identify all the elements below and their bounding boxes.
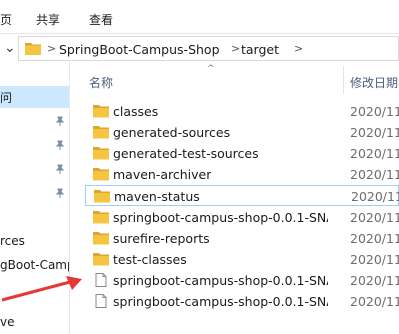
folder-icon (93, 211, 109, 224)
file-date: 2020/11/ (350, 146, 399, 161)
file-date: 2020/11/ (350, 252, 399, 267)
file-name: springboot-campus-shop-0.0.1-SNA... (113, 294, 328, 309)
list-item[interactable]: generated-sources 2020/11/ (85, 122, 399, 143)
file-icon (95, 294, 107, 308)
breadcrumb-target[interactable]: target (241, 42, 279, 57)
ribbon: 页 共享 查看 (0, 0, 399, 34)
list-item[interactable]: surefire-reports 2020/11/ (85, 228, 399, 249)
file-date: 2020/11/ (350, 125, 399, 140)
chevron-right-icon[interactable]: > (231, 42, 240, 55)
file-name: generated-sources (113, 125, 231, 140)
list-item[interactable]: maven-status 2020/11/ (85, 185, 399, 206)
breadcrumb-project[interactable]: SpringBoot-Campus-Shop (59, 42, 220, 57)
folder-icon (93, 147, 109, 160)
file-date: 2020/11/ (350, 273, 399, 288)
folder-icon (94, 190, 110, 203)
folder-icon (93, 168, 109, 181)
file-name: test-classes (113, 252, 187, 267)
file-name: classes (113, 104, 159, 119)
pin-icon[interactable] (55, 116, 65, 126)
column-header: ^ 名称 修改日期 (71, 62, 399, 96)
pin-icon[interactable] (55, 140, 65, 150)
folder-icon (93, 253, 109, 266)
nav-item-quick-access[interactable]: 问 (0, 89, 12, 106)
column-name[interactable]: 名称 (89, 74, 113, 91)
annotation-arrow-icon (1, 276, 82, 302)
pin-icon[interactable] (55, 164, 65, 174)
file-date: 2020/11/ (350, 167, 399, 182)
list-item[interactable]: springboot-campus-shop-0.0.1-SNA... 2020… (85, 270, 399, 291)
file-date: 2020/11/ (350, 294, 399, 309)
column-divider[interactable] (343, 66, 344, 94)
chevron-right-icon[interactable]: > (294, 42, 303, 55)
list-item[interactable]: maven-archiver 2020/11/ (85, 164, 399, 185)
file-name: maven-archiver (113, 167, 212, 182)
folder-icon (93, 126, 109, 139)
pin-icon[interactable] (55, 188, 65, 198)
nav-item-drive[interactable]: ve (0, 315, 14, 329)
folder-icon (25, 43, 41, 55)
file-date: 2020/11/ (350, 231, 399, 246)
list-item[interactable]: springboot-campus-shop-0.0.1-SNA... 2020… (85, 207, 399, 228)
address-bar[interactable]: > SpringBoot-Campus-Shop > target > (18, 36, 399, 61)
sort-caret-icon: ^ (207, 64, 215, 74)
file-date: 2020/11/ (350, 210, 399, 225)
file-icon (95, 273, 107, 287)
tab-share[interactable]: 共享 (36, 11, 60, 28)
folder-icon (93, 105, 109, 118)
file-name: springboot-campus-shop-0.0.1-SNA... (113, 210, 328, 225)
list-item[interactable]: springboot-campus-shop-0.0.1-SNA... 2020… (85, 291, 399, 312)
file-name: surefire-reports (113, 231, 210, 246)
file-name: springboot-campus-shop-0.0.1-SNA... (113, 273, 328, 288)
chevron-right-icon[interactable]: > (47, 42, 56, 55)
list-item[interactable]: generated-test-sources 2020/11/ (85, 143, 399, 164)
file-name: generated-test-sources (113, 146, 259, 161)
tab-home[interactable]: 页 (0, 11, 12, 28)
up-arrow-icon[interactable]: ⌄ (4, 40, 16, 56)
folder-icon (93, 232, 109, 245)
column-date-modified[interactable]: 修改日期 (350, 74, 398, 91)
list-item[interactable]: classes 2020/11/ (85, 101, 399, 122)
nav-item-sources[interactable]: rces (0, 234, 25, 248)
tab-view[interactable]: 查看 (89, 11, 113, 28)
file-name: maven-status (114, 189, 200, 204)
list-item[interactable]: test-classes 2020/11/ (85, 249, 399, 270)
file-date: 2020/11/ (350, 104, 399, 119)
file-date: 2020/11/ (351, 189, 399, 204)
